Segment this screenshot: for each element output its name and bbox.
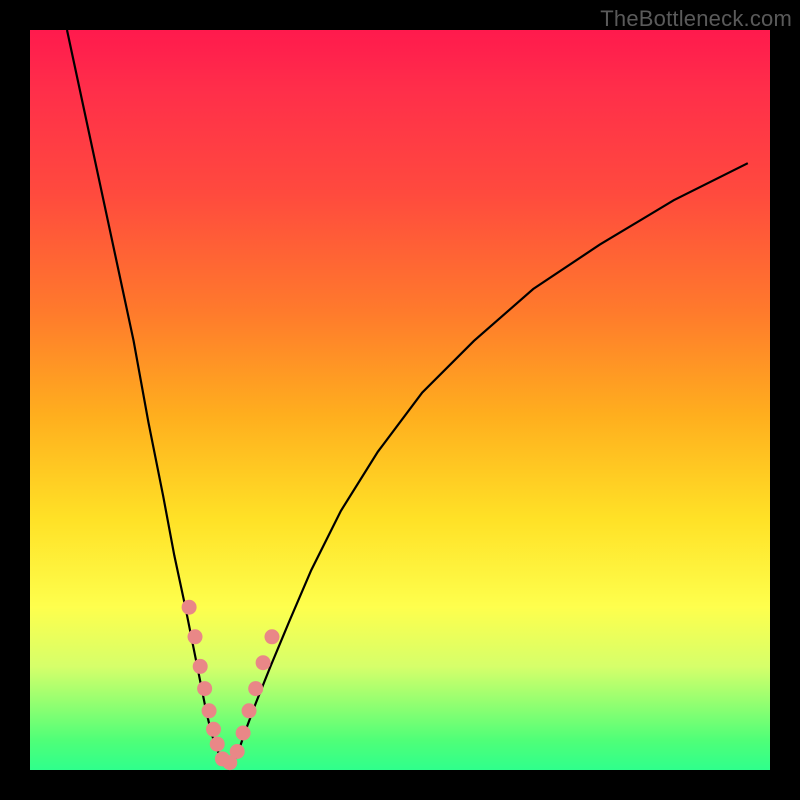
data-marker <box>182 600 197 615</box>
data-marker <box>202 703 217 718</box>
data-marker <box>264 629 279 644</box>
data-marker <box>210 737 225 752</box>
data-marker <box>236 726 251 741</box>
curve-layer <box>30 30 770 770</box>
data-marker <box>230 744 245 759</box>
data-marker <box>206 722 221 737</box>
data-marker <box>193 659 208 674</box>
data-marker <box>248 681 263 696</box>
left-branch-curve <box>67 30 225 766</box>
data-marker <box>197 681 212 696</box>
watermark-text: TheBottleneck.com <box>600 6 792 32</box>
data-marker <box>188 629 203 644</box>
chart-frame: TheBottleneck.com <box>0 0 800 800</box>
data-marker <box>256 655 271 670</box>
data-marker <box>242 703 257 718</box>
right-branch-curve <box>231 163 748 766</box>
plot-area <box>30 30 770 770</box>
marker-group <box>182 600 280 770</box>
